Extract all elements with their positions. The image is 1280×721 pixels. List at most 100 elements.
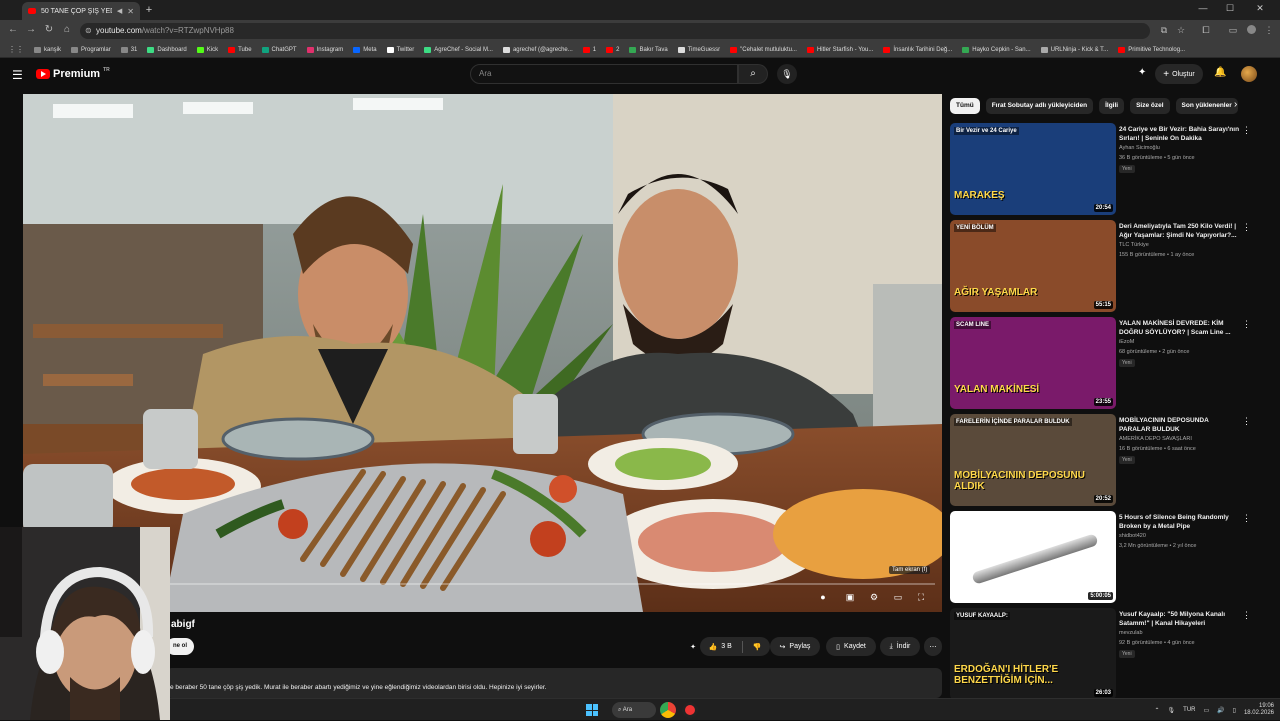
recommendation-thumbnail[interactable]: YENİ BÖLÜMAĞIR YAŞAMLAR55:15 bbox=[950, 220, 1116, 312]
recommendation-thumbnail[interactable]: 5:00:05 bbox=[950, 511, 1116, 603]
youtube-logo[interactable]: Premium TR bbox=[36, 68, 110, 80]
more-options-icon[interactable]: ⋮ bbox=[1242, 319, 1251, 330]
recommendation-thumbnail[interactable]: FARELERİN İÇİNDE PARALAR BULDUKMOBİLYACI… bbox=[950, 414, 1116, 506]
url-field[interactable]: ⊜youtube.com/watch?v=RTZwpNVHp88 bbox=[80, 23, 1150, 39]
close-tab-icon[interactable]: ✕ bbox=[127, 7, 134, 16]
bookmark-item[interactable]: Hayko Cepkin - San... bbox=[962, 47, 1030, 53]
chrome-taskbar-icon[interactable] bbox=[660, 702, 676, 718]
recommendation-item[interactable]: 5:00:055 Hours of Silence Being Randomly… bbox=[950, 511, 1268, 601]
bookmark-item[interactable]: İnsanlık Tarihini Değ... bbox=[883, 47, 952, 53]
taskbar-search[interactable]: ⌕ Ara bbox=[612, 702, 656, 718]
volume-icon[interactable]: 🔊 bbox=[1217, 707, 1224, 714]
back-icon[interactable]: ← bbox=[6, 24, 20, 35]
channel-name[interactable]: mevzulab bbox=[1119, 630, 1143, 636]
fullscreen-icon[interactable]: ⛶ bbox=[914, 592, 928, 603]
channel-name[interactable]: AMERİKA DEPO SAVAŞLARI bbox=[1119, 436, 1192, 442]
clock[interactable]: 19:06 18.02.2026 bbox=[1244, 703, 1274, 717]
bookmark-item[interactable]: kanşik bbox=[34, 47, 61, 53]
recommendation-title[interactable]: Yusuf Kayaalp: "50 Milyona Kanalı Satamm… bbox=[1119, 610, 1241, 628]
bookmark-item[interactable]: Dashboard bbox=[147, 47, 186, 53]
bookmark-item[interactable]: Primitive Technolog... bbox=[1118, 47, 1185, 53]
recommendation-thumbnail[interactable]: SCAM LINEYALAN MAKİNESİ23:55 bbox=[950, 317, 1116, 409]
filter-chip[interactable]: Son yüklenenler bbox=[1176, 98, 1238, 114]
network-icon[interactable]: ▭ bbox=[1204, 707, 1210, 714]
bookmark-item[interactable]: "Cehalet mutluluktu... bbox=[730, 47, 797, 53]
bookmark-item[interactable]: Meta bbox=[353, 47, 376, 53]
video-progress-bar[interactable] bbox=[170, 583, 935, 585]
recommendation-item[interactable]: Bir Vezir ve 24 CariyeMARAKEŞ20:5424 Car… bbox=[950, 123, 1268, 213]
channel-name[interactable]: iEzoM bbox=[1119, 339, 1134, 345]
reading-list-icon[interactable]: ▭ bbox=[1226, 25, 1240, 36]
create-button[interactable]: +Oluştur bbox=[1155, 64, 1203, 84]
bookmark-item[interactable]: ChatGPT bbox=[262, 47, 297, 53]
more-options-icon[interactable]: ⋮ bbox=[1242, 610, 1251, 621]
more-options-icon[interactable]: ⋮ bbox=[1242, 513, 1251, 524]
bookmark-item[interactable]: TimeGuessr bbox=[678, 47, 720, 53]
filter-chip[interactable]: Fırat Sobutay adlı yükleyiciden bbox=[986, 98, 1093, 114]
battery-icon[interactable]: ▯ bbox=[1233, 707, 1236, 714]
save-button[interactable]: ▯Kaydet bbox=[826, 637, 876, 656]
new-tab-icon[interactable]: + bbox=[142, 3, 156, 17]
filter-chip[interactable]: Size özel bbox=[1130, 98, 1169, 114]
bookmark-item[interactable]: AgreChef - Social M... bbox=[424, 47, 493, 53]
profile-icon[interactable] bbox=[1244, 25, 1258, 36]
recommendation-title[interactable]: MOBİLYACININ DEPOSUNDA PARALAR BULDUK bbox=[1119, 416, 1241, 434]
minimize-icon[interactable]: — bbox=[1193, 3, 1213, 13]
cast-icon[interactable]: ✦ bbox=[1138, 67, 1146, 78]
recommendation-item[interactable]: FARELERİN İÇİNDE PARALAR BULDUKMOBİLYACI… bbox=[950, 414, 1268, 504]
bookmark-item[interactable]: agrechef (@agreche... bbox=[503, 47, 573, 53]
description-box[interactable]: e beraber 50 tane çöp şiş yedik. Murat i… bbox=[166, 668, 942, 698]
bookmark-star-icon[interactable]: ☆ bbox=[1174, 25, 1188, 36]
search-icon[interactable]: ⌕ bbox=[738, 64, 768, 84]
app-taskbar-icon[interactable] bbox=[682, 702, 698, 718]
recommendation-item[interactable]: YENİ BÖLÜMAĞIR YAŞAMLAR55:15Deri Ameliya… bbox=[950, 220, 1268, 310]
notifications-bell-icon[interactable]: 🔔 bbox=[1214, 67, 1226, 78]
chips-next-icon[interactable]: › bbox=[1234, 99, 1237, 110]
recommendation-title[interactable]: Deri Ameliyatıyla Tam 250 Kilo Verdi! | … bbox=[1119, 222, 1241, 240]
recommendation-title[interactable]: 24 Cariye ve Bir Vezir: Bahia Sarayı'nın… bbox=[1119, 125, 1241, 143]
window-close-icon[interactable]: ✕ bbox=[1250, 3, 1270, 14]
more-options-icon[interactable]: ⋮ bbox=[1242, 222, 1251, 233]
forward-icon[interactable]: → bbox=[24, 24, 38, 35]
recommendation-item[interactable]: SCAM LINEYALAN MAKİNESİ23:55YALAN MAKİNE… bbox=[950, 317, 1268, 407]
theater-mode-icon[interactable]: ▭ bbox=[891, 592, 905, 603]
dislike-icon[interactable]: 👎 bbox=[753, 643, 762, 651]
bookmark-item[interactable]: 1 bbox=[583, 47, 596, 53]
bookmark-item[interactable]: Tube bbox=[228, 47, 251, 53]
hamburger-menu-icon[interactable]: ☰ bbox=[12, 68, 23, 82]
subtitles-icon[interactable]: ▣ bbox=[843, 592, 857, 603]
bookmark-item[interactable]: Bakır Tava bbox=[629, 47, 667, 53]
bookmark-item[interactable]: Twitter bbox=[387, 47, 415, 53]
bookmark-item[interactable]: 31 bbox=[121, 47, 138, 53]
bookmark-item[interactable]: Programlar bbox=[71, 47, 111, 53]
microphone-icon[interactable]: 🎙 bbox=[777, 64, 797, 84]
recommendation-title[interactable]: YALAN MAKİNESİ DEVREDE: KİM DOĞRU SÖYLÜY… bbox=[1119, 319, 1241, 337]
apps-grid-icon[interactable]: ⋮⋮ bbox=[8, 45, 24, 54]
bookmark-item[interactable]: 2 bbox=[606, 47, 619, 53]
install-app-icon[interactable]: ⧉ bbox=[1157, 25, 1171, 36]
bookmark-item[interactable]: Hitler Starfish - You... bbox=[807, 47, 873, 53]
bookmark-item[interactable]: URLNinja - Kick & T... bbox=[1041, 47, 1109, 53]
home-icon[interactable]: ⌂ bbox=[60, 24, 74, 35]
search-input[interactable]: Ara bbox=[470, 64, 738, 84]
browser-tab[interactable]: 50 TANE ÇÖP ŞİŞ YEDİK! ◀ ✕ bbox=[22, 2, 140, 20]
reload-icon[interactable]: ↻ bbox=[42, 24, 56, 35]
bookmark-item[interactable]: Kick bbox=[197, 47, 218, 53]
channel-name[interactable]: Ayhan Sicimoğlu bbox=[1119, 145, 1160, 151]
tray-mic-icon[interactable]: 🎙 bbox=[1168, 707, 1176, 714]
site-info-icon[interactable]: ⊜ bbox=[85, 23, 92, 39]
browser-menu-icon[interactable]: ⋮ bbox=[1262, 25, 1276, 36]
recommendation-thumbnail[interactable]: Bir Vezir ve 24 CariyeMARAKEŞ20:54 bbox=[950, 123, 1116, 215]
filter-chip[interactable]: İlgili bbox=[1099, 98, 1124, 114]
channel-name[interactable]: TLC Türkiye bbox=[1119, 242, 1149, 248]
channel-name[interactable]: shidbot420 bbox=[1119, 533, 1146, 539]
recommendation-item[interactable]: YUSUF KAYAALP:ERDOĞAN'I HİTLER'E BENZETT… bbox=[950, 608, 1268, 698]
like-icon[interactable]: 👍 bbox=[709, 643, 718, 651]
extensions-icon[interactable]: ⧠ bbox=[1199, 25, 1213, 36]
recommendation-title[interactable]: 5 Hours of Silence Being Randomly Broken… bbox=[1119, 513, 1241, 531]
tray-chevron-icon[interactable]: ⌃ bbox=[1155, 707, 1160, 714]
windows-start-icon[interactable] bbox=[586, 704, 598, 716]
more-actions-icon[interactable]: ⋯ bbox=[924, 637, 942, 656]
share-button[interactable]: ↪Paylaş bbox=[770, 637, 820, 656]
user-avatar[interactable] bbox=[1241, 66, 1257, 82]
